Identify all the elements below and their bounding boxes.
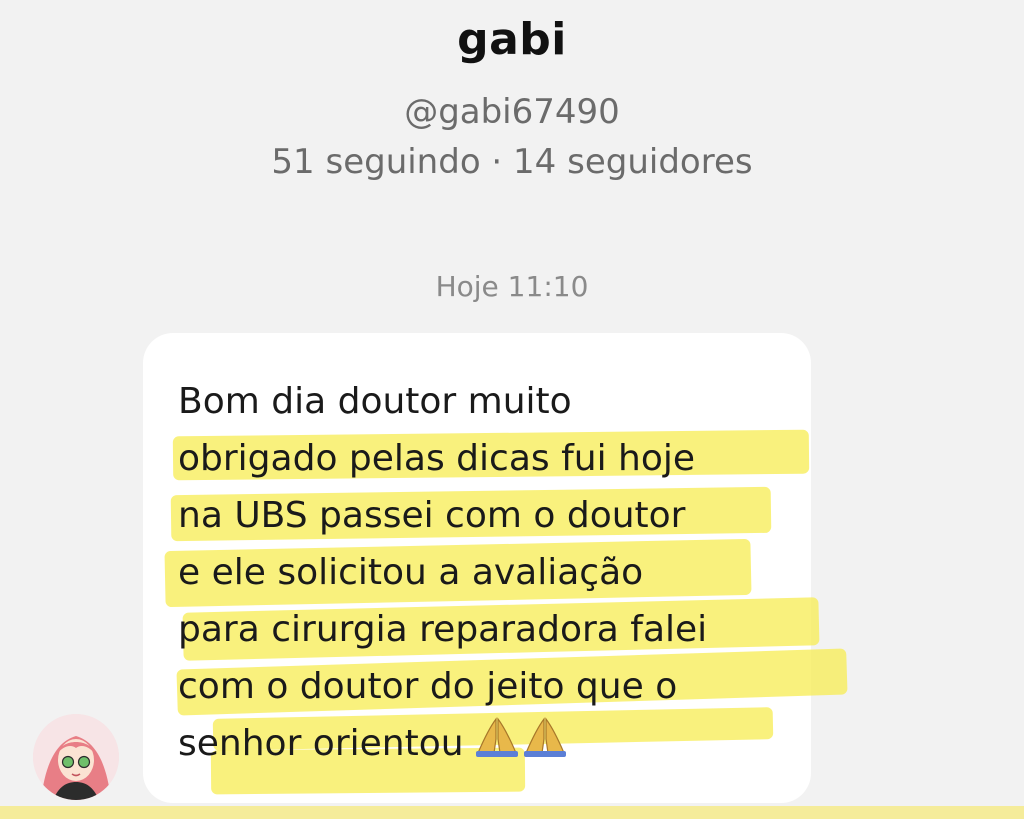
bottom-highlight-strip: [0, 806, 1024, 819]
message-line: com o doutor do jeito que o: [178, 666, 678, 707]
message-line: para cirurgia reparadora falei: [178, 609, 708, 650]
profile-username[interactable]: @gabi67490: [0, 92, 1024, 132]
message-line: e ele solicitou a avaliação: [178, 552, 644, 593]
profile-display-name[interactable]: gabi: [0, 14, 1024, 65]
message-line: na UBS passei com o doutor: [178, 495, 686, 536]
message-line: Bom dia doutor muito: [178, 381, 572, 422]
follow-stats[interactable]: 51 seguindo · 14 seguidores: [0, 142, 1024, 182]
message-line: senhor orientou: [178, 723, 464, 764]
message-line: obrigado pelas dicas fui hoje: [178, 438, 696, 479]
message-bubble[interactable]: Bom dia doutor muito obrigado pelas dica…: [143, 333, 848, 803]
message-line-last: senhor orientou: [178, 715, 838, 772]
sender-avatar[interactable]: [33, 714, 119, 800]
folded-hands-icon: [474, 716, 570, 774]
message-timestamp: Hoje 11:10: [435, 270, 589, 303]
message-text: Bom dia doutor muito obrigado pelas dica…: [178, 373, 838, 772]
